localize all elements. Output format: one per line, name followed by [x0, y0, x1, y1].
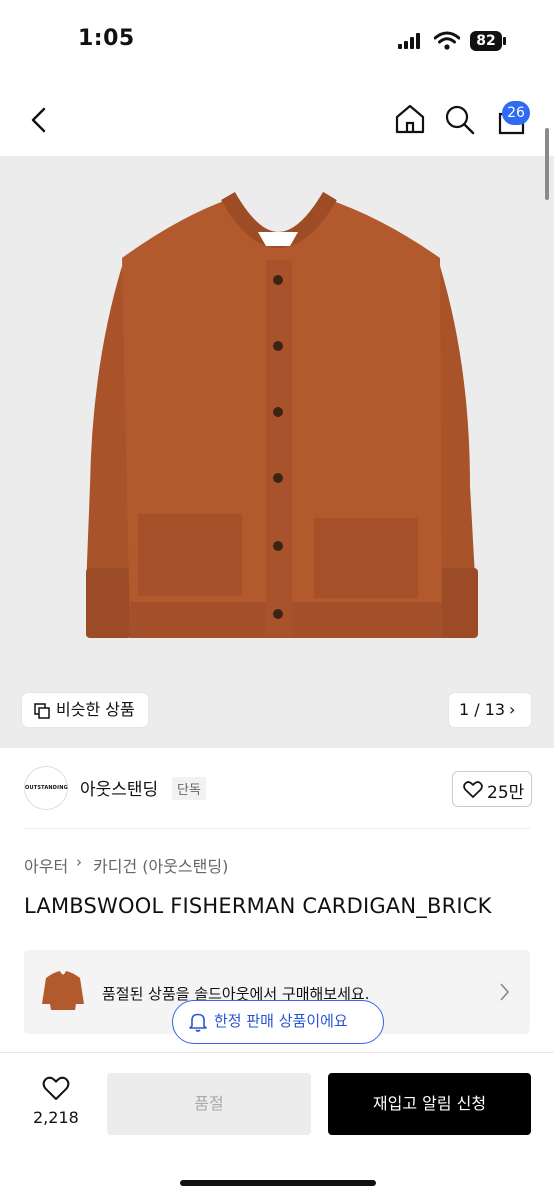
restock-alert-button[interactable]: 재입고 알림 신청 — [328, 1073, 531, 1135]
bottom-bar-divider — [0, 1052, 554, 1053]
breadcrumb-chevron-icon: › — [76, 853, 82, 871]
breadcrumb-category[interactable]: 카디건 (아웃스탠딩) — [93, 853, 228, 877]
cardigan-image — [86, 191, 478, 638]
home-icon[interactable] — [394, 103, 426, 135]
wishlist-heart-icon[interactable] — [42, 1076, 70, 1102]
chevron-right-icon — [500, 983, 510, 1001]
product-image[interactable]: 비슷한 상품 1 / 13 › — [0, 156, 554, 748]
limited-edition-text: 한정 판매 상품이에요 — [214, 1012, 348, 1030]
back-icon[interactable] — [28, 106, 50, 134]
similar-icon — [34, 703, 50, 719]
wishlist-count: 2,218 — [33, 1108, 79, 1127]
bell-icon — [189, 1013, 207, 1032]
soldout-button[interactable]: 품절 — [107, 1073, 311, 1135]
home-indicator — [180, 1180, 376, 1186]
product-title: LAMBSWOOL FISHERMAN CARDIGAN_BRICK — [24, 894, 492, 918]
breadcrumb-outer[interactable]: 아우터 — [24, 853, 68, 877]
product-thumbnail — [42, 971, 84, 1010]
similar-products-button[interactable]: 비슷한 상품 — [22, 693, 148, 727]
heart-icon — [463, 781, 483, 798]
scrollbar[interactable] — [545, 128, 549, 200]
signal-icon — [398, 33, 420, 49]
chevron-right-icon: › — [509, 700, 516, 719]
counter-text: 1 / 13 — [459, 700, 506, 719]
brand-name[interactable]: 아웃스탠딩 — [80, 775, 158, 800]
brand-logo[interactable]: OUTSTANDING — [24, 766, 68, 810]
similar-label: 비슷한 상품 — [56, 700, 135, 719]
brand-like-count: 25만 — [487, 783, 525, 803]
divider — [24, 828, 530, 829]
battery-level: 82 — [470, 31, 502, 51]
wifi-icon — [434, 31, 460, 50]
cart-badge: 26 — [502, 101, 530, 125]
battery-tip — [503, 37, 506, 45]
gallery-counter[interactable]: 1 / 13 › — [449, 693, 531, 727]
exclusive-tag: 단독 — [172, 777, 206, 800]
brand-like-button[interactable]: 25만 — [452, 771, 532, 807]
status-time: 1:05 — [78, 26, 135, 51]
search-icon[interactable] — [444, 104, 476, 136]
